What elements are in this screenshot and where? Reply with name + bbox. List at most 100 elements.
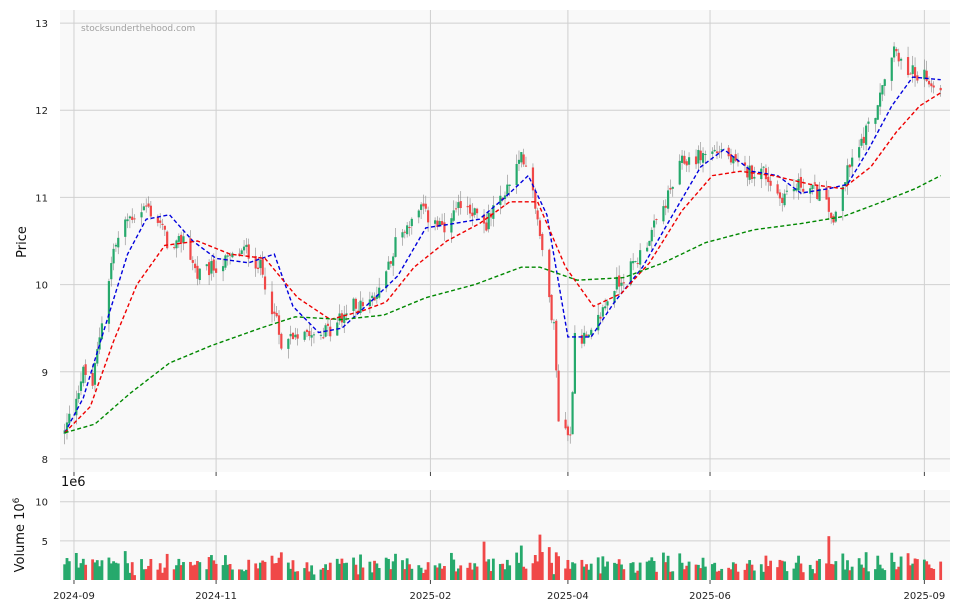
candle-body <box>541 233 544 251</box>
candle-body <box>471 212 474 217</box>
candle-body <box>653 220 656 228</box>
candle-body <box>632 261 635 264</box>
candle-body <box>881 85 884 95</box>
volume-bar <box>655 571 658 580</box>
price-y-tick-label: 13 <box>35 19 48 30</box>
candle-body <box>557 370 560 422</box>
candle-body <box>876 105 879 120</box>
candle-body <box>646 247 649 252</box>
volume-offset-label: 1e6 <box>61 475 86 490</box>
candle-body <box>177 236 180 242</box>
volume-bar <box>443 566 446 580</box>
volume-bar <box>279 552 283 580</box>
candle-body <box>813 182 816 184</box>
volume-bar <box>540 552 544 580</box>
candle-body <box>639 250 642 265</box>
candle-body <box>911 65 914 74</box>
x-tick-label: 2025-09 <box>903 591 945 602</box>
candle-body <box>361 302 364 307</box>
volume-axis-label-exponent: 6 <box>12 497 22 503</box>
candle-body <box>212 259 215 271</box>
volume-bar <box>883 570 887 580</box>
candle-body <box>457 202 460 209</box>
candle-body <box>263 276 267 290</box>
price-y-tick-label: 10 <box>35 281 48 292</box>
volume-bar <box>247 559 251 580</box>
candle-body <box>618 275 621 287</box>
x-tick-label: 2024-09 <box>53 591 95 602</box>
volume-bar <box>116 563 120 580</box>
candle-body <box>662 206 665 222</box>
candle-body <box>687 157 691 165</box>
price-y-tick-label: 9 <box>42 368 48 379</box>
candle-body <box>133 218 136 220</box>
candle-body <box>128 216 131 219</box>
volume-bar <box>459 565 463 580</box>
candle-body <box>403 231 406 233</box>
candle-body <box>256 267 260 270</box>
candle-body <box>762 166 765 168</box>
candle-body <box>450 218 453 233</box>
candle-body <box>68 413 71 424</box>
candle-body <box>112 248 115 264</box>
candle-body <box>117 237 120 248</box>
candle-body <box>636 263 639 265</box>
candle-body <box>224 255 227 268</box>
volume-bar <box>589 563 593 580</box>
volume-bar <box>426 562 430 580</box>
volume-bar <box>133 575 136 580</box>
candle-body <box>718 151 721 153</box>
candle-body <box>420 204 423 210</box>
candle-body <box>892 46 896 58</box>
volume-bar <box>867 571 870 580</box>
candle-body <box>694 156 698 165</box>
candle-body <box>163 225 166 230</box>
candle-body <box>599 316 602 319</box>
candle-body <box>569 434 572 436</box>
candle-body <box>906 57 910 76</box>
volume-y-tick-label: 10 <box>35 498 48 509</box>
candle-body <box>573 332 576 394</box>
candle-body <box>515 164 518 186</box>
candle-body <box>571 392 574 435</box>
candle-body <box>294 334 297 338</box>
volume-bar <box>410 568 414 580</box>
candle-body <box>517 159 521 164</box>
volume-bar <box>834 561 838 580</box>
candle-body <box>387 261 390 270</box>
candle-body <box>259 259 262 269</box>
candle-body <box>329 326 332 337</box>
candle-body <box>340 313 344 323</box>
volume-bar <box>785 571 789 580</box>
candle-body <box>564 419 567 429</box>
volume-bar <box>932 568 936 580</box>
candle-body <box>473 208 476 215</box>
candle-body <box>424 203 427 209</box>
candle-body <box>261 258 264 275</box>
candle-body <box>783 193 786 206</box>
volume-bar <box>915 559 919 580</box>
candle-body <box>326 323 330 326</box>
volume-bar <box>100 560 104 580</box>
x-tick-label: 2024-11 <box>195 591 237 602</box>
candle-body <box>275 312 278 317</box>
candle-body <box>585 334 588 337</box>
volume-bar <box>703 566 707 580</box>
candle-body <box>601 307 604 317</box>
candle-body <box>378 287 381 298</box>
candle-body <box>221 266 225 272</box>
candle-body <box>147 203 150 207</box>
volume-bar <box>377 568 381 580</box>
candle-body <box>548 249 551 298</box>
x-tick-label: 2025-04 <box>547 591 589 602</box>
candle-body <box>406 225 409 235</box>
volume-bar <box>573 563 577 580</box>
volume-bar <box>671 571 675 580</box>
candle-body <box>149 205 152 217</box>
candle-body <box>867 121 870 124</box>
candle-body <box>895 48 898 52</box>
candle-body <box>522 154 525 165</box>
candle-body <box>93 363 97 385</box>
candle-body <box>792 188 796 192</box>
candle-body <box>566 426 570 436</box>
